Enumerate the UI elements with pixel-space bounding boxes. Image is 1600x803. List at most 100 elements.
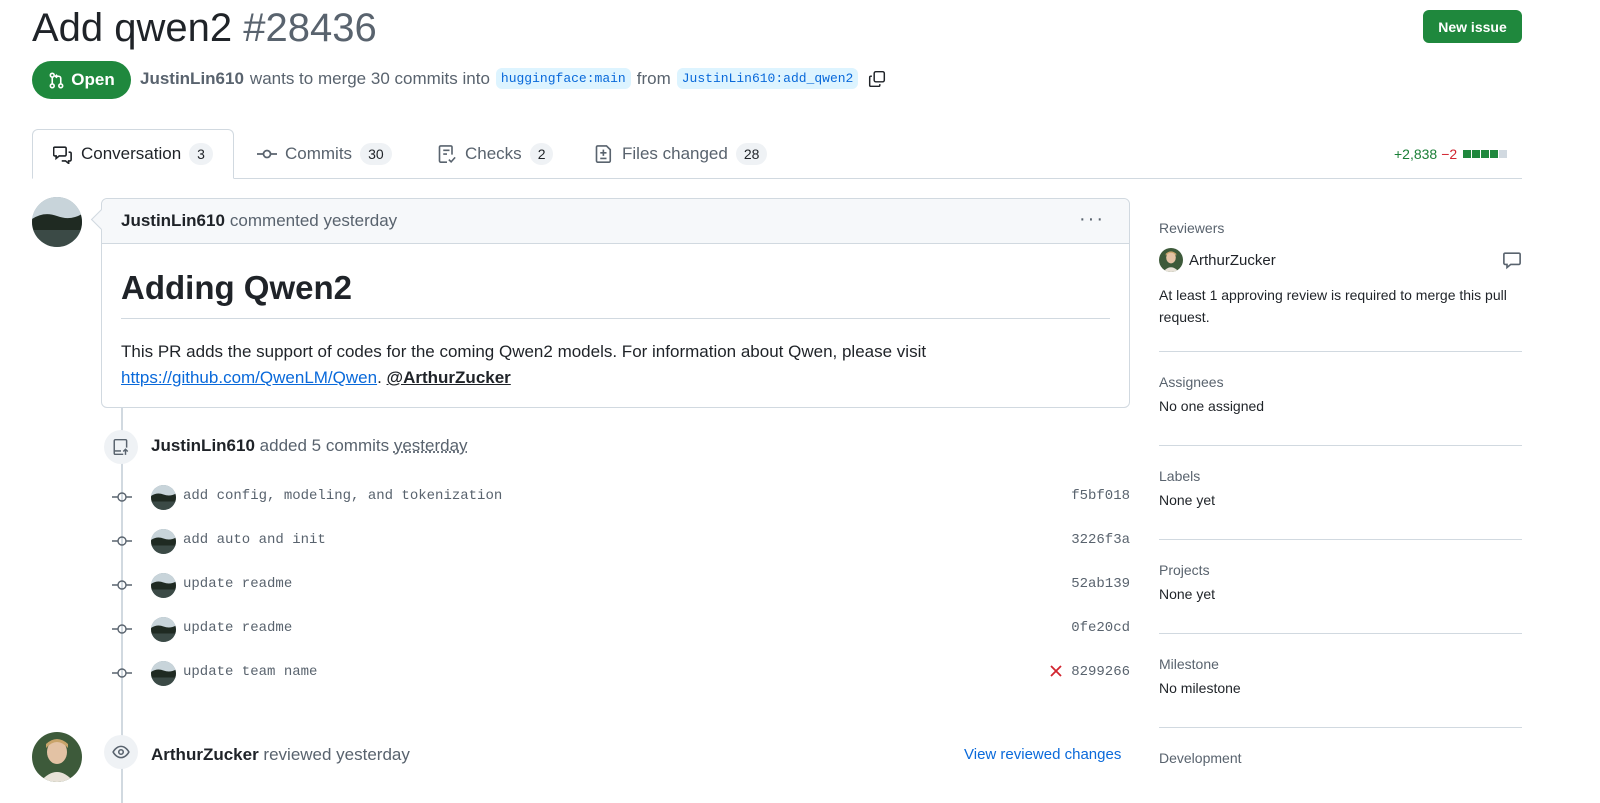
- commit-message[interactable]: update team name: [183, 664, 317, 680]
- commit-message[interactable]: add auto and init: [183, 532, 326, 548]
- avatar[interactable]: [1159, 248, 1183, 272]
- review-event-author[interactable]: ArthurZucker: [151, 745, 259, 764]
- tab-checks-label: Checks: [465, 143, 522, 163]
- eye-icon-badge: [104, 735, 138, 769]
- pr-state-badge: Open: [32, 61, 131, 99]
- sidebar-development: Development: [1159, 750, 1522, 766]
- tab-commits[interactable]: Commits 30: [257, 129, 392, 178]
- sidebar-development-heading[interactable]: Development: [1159, 750, 1522, 766]
- avatar-image: [32, 732, 82, 782]
- pr-description-comment: JustinLin610 commented yesterday ··· Add…: [101, 198, 1130, 408]
- repo-push-icon-badge: [104, 430, 138, 464]
- pr-author-link[interactable]: JustinLin610: [140, 69, 244, 89]
- checklist-icon: [438, 144, 456, 163]
- base-branch[interactable]: huggingface:main: [495, 68, 631, 89]
- sidebar-assignees-heading[interactable]: Assignees: [1159, 374, 1522, 390]
- tab-files-changed[interactable]: Files changed 28: [594, 129, 768, 178]
- commit-row: update readme 0fe20cd: [110, 617, 1130, 642]
- comment-action: commented yesterday: [229, 211, 398, 230]
- commits-event-time[interactable]: yesterday: [394, 436, 468, 455]
- pr-title-text: Add qwen2: [32, 6, 233, 50]
- file-diff-icon: [595, 144, 612, 163]
- sidebar-labels-value: None yet: [1159, 492, 1216, 508]
- commit-sha[interactable]: 8299266: [1071, 664, 1130, 680]
- tab-checks[interactable]: Checks 2: [437, 129, 554, 178]
- sidebar-divider: [1159, 539, 1522, 540]
- avatar[interactable]: [32, 732, 82, 782]
- pr-number: #28436: [243, 6, 377, 50]
- avatar[interactable]: [151, 573, 176, 598]
- diffstat-block: [1463, 150, 1472, 158]
- sidebar-milestone-value: No milestone: [1159, 680, 1241, 696]
- avatar[interactable]: [32, 197, 82, 247]
- repo-push-icon: [113, 438, 129, 456]
- diffstat-deletions: −2: [1441, 146, 1458, 162]
- avatar-image: [32, 197, 82, 247]
- commit-message[interactable]: add config, modeling, and tokenization: [183, 488, 502, 504]
- sidebar-milestone: Milestone No milestone: [1159, 656, 1522, 696]
- commit-sha[interactable]: 3226f3a: [1071, 532, 1130, 548]
- avatar[interactable]: [151, 661, 176, 686]
- comment-body: Adding Qwen2 This PR adds the support of…: [102, 270, 1129, 391]
- commits-event-author[interactable]: JustinLin610: [151, 436, 255, 455]
- sidebar-projects-heading[interactable]: Projects: [1159, 562, 1522, 578]
- git-pull-request-icon: [49, 71, 64, 89]
- sidebar-assignees-value: No one assigned: [1159, 398, 1265, 414]
- sidebar-labels: Labels None yet: [1159, 468, 1522, 508]
- comment-author[interactable]: JustinLin610: [121, 211, 225, 231]
- tab-conversation-label: Conversation: [81, 144, 182, 163]
- avatar[interactable]: [151, 485, 176, 510]
- comment-header: JustinLin610 commented yesterday ···: [102, 199, 1129, 244]
- sidebar-projects: Projects None yet: [1159, 562, 1522, 602]
- commit-sha[interactable]: 52ab139: [1071, 576, 1130, 592]
- comment-discussion-icon: [53, 146, 72, 164]
- mention-link[interactable]: @ArthurZucker: [387, 368, 511, 387]
- git-commit-icon: [257, 149, 277, 158]
- avatar[interactable]: [151, 529, 176, 554]
- copy-icon[interactable]: [868, 70, 886, 88]
- sidebar-reviewers: Reviewers ArthurZucker At least 1 approv…: [1159, 220, 1522, 328]
- sidebar-labels-heading[interactable]: Labels: [1159, 468, 1522, 484]
- pr-merge-text: wants to merge 30 commits into: [249, 68, 490, 88]
- head-branch[interactable]: JustinLin610:add_qwen2: [676, 68, 859, 89]
- pr-tabs: Conversation 3 Commits 30 Checks 2 Files…: [32, 129, 1522, 179]
- commits-event-action: added 5 commits: [259, 436, 390, 455]
- reviewer-requirement-note: At least 1 approving review is required …: [1159, 287, 1507, 325]
- commit-row: update team name 8299266: [110, 661, 1130, 686]
- tab-conversation-count: 3: [189, 143, 213, 165]
- comment-heading: Adding Qwen2: [121, 270, 1110, 319]
- avatar[interactable]: [151, 617, 176, 642]
- pr-meta: JustinLin610 wants to merge 30 commits i…: [140, 68, 886, 89]
- git-commit-icon: [112, 580, 132, 590]
- pr-from-text: from: [636, 68, 671, 88]
- pr-state-label: Open: [71, 70, 115, 89]
- diffstat: +2,838 −2: [1394, 146, 1508, 162]
- commit-message[interactable]: update readme: [183, 576, 292, 592]
- sidebar-reviewers-heading[interactable]: Reviewers: [1159, 220, 1522, 236]
- sidebar-divider: [1159, 633, 1522, 634]
- new-issue-button[interactable]: New issue: [1423, 10, 1522, 43]
- x-fail-icon[interactable]: [1048, 663, 1064, 679]
- review-event: ArthurZucker reviewed yesterday: [151, 745, 410, 765]
- diffstat-block: [1490, 150, 1499, 158]
- reviewer-name[interactable]: ArthurZucker: [1189, 252, 1276, 269]
- commit-row: add auto and init 3226f3a: [110, 529, 1130, 554]
- comment-period: .: [377, 368, 382, 387]
- sidebar-divider: [1159, 445, 1522, 446]
- view-reviewed-changes-link[interactable]: View reviewed changes: [964, 746, 1121, 763]
- diffstat-block: [1481, 150, 1490, 158]
- review-event-action: reviewed yesterday: [263, 745, 410, 764]
- commit-row: add config, modeling, and tokenization f…: [110, 485, 1130, 510]
- tab-commits-label: Commits: [285, 143, 353, 163]
- tab-conversation[interactable]: Conversation 3: [32, 129, 234, 179]
- qwen-link[interactable]: https://github.com/QwenLM/Qwen: [121, 368, 377, 387]
- tab-checks-count: 2: [529, 142, 554, 165]
- commit-message[interactable]: update readme: [183, 620, 292, 636]
- sidebar-divider: [1159, 727, 1522, 728]
- commit-sha[interactable]: f5bf018: [1071, 488, 1130, 504]
- commit-sha[interactable]: 0fe20cd: [1071, 620, 1130, 636]
- git-commit-icon: [112, 536, 132, 546]
- kebab-horizontal-icon[interactable]: ···: [1079, 209, 1105, 229]
- sidebar-milestone-heading[interactable]: Milestone: [1159, 656, 1522, 672]
- comment-icon: [1503, 252, 1521, 270]
